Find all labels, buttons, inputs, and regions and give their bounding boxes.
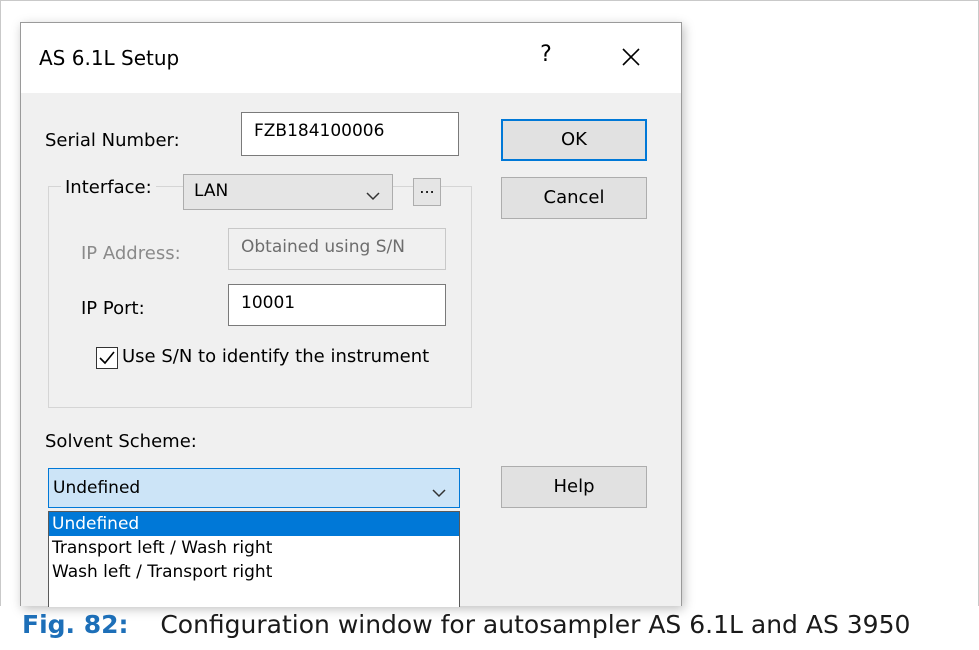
solvent-scheme-list: Undefined Transport left / Wash right Wa…	[48, 511, 460, 607]
ip-address-label: IP Address:	[81, 243, 181, 264]
chevron-down-icon	[432, 483, 446, 502]
solvent-scheme-dropdown[interactable]: Undefined	[48, 468, 460, 508]
ip-port-label: IP Port:	[81, 298, 145, 319]
solvent-scheme-value: Undefined	[53, 478, 141, 498]
figure-number: Fig. 82:	[22, 610, 129, 639]
solvent-scheme-label: Solvent Scheme:	[45, 431, 197, 452]
help-question-icon[interactable]: ?	[531, 40, 561, 70]
figure-caption: Fig. 82: Configuration window for autosa…	[22, 610, 910, 639]
use-sn-checkbox[interactable]	[96, 347, 118, 369]
interface-label: Interface:	[61, 177, 156, 198]
window-title: AS 6.1L Setup	[39, 46, 180, 70]
title-bar: AS 6.1L Setup ?	[21, 23, 681, 93]
chevron-down-icon	[366, 186, 380, 205]
serial-number-label: Serial Number:	[45, 130, 180, 151]
ip-address-input: Obtained using S/N	[228, 228, 446, 270]
checkmark-icon	[99, 351, 115, 365]
interface-value: LAN	[194, 181, 229, 201]
list-item-undefined[interactable]: Undefined	[49, 512, 459, 536]
use-sn-label[interactable]: Use S/N to identify the instrument	[122, 346, 429, 367]
caption-text: Configuration window for autosampler AS …	[160, 610, 911, 639]
ok-button[interactable]: OK	[501, 119, 647, 161]
cancel-button[interactable]: Cancel	[501, 177, 647, 219]
help-button[interactable]: Help	[501, 466, 647, 508]
ip-port-input[interactable]: 10001	[228, 284, 446, 326]
browse-button[interactable]: ...	[413, 178, 441, 206]
setup-dialog: AS 6.1L Setup ? Serial Number: FZB184100…	[20, 22, 682, 607]
close-icon[interactable]	[616, 42, 646, 72]
serial-number-input[interactable]: FZB184100006	[241, 112, 459, 156]
list-item-transport-left[interactable]: Transport left / Wash right	[49, 536, 459, 560]
list-item-wash-left[interactable]: Wash left / Transport right	[49, 560, 459, 584]
interface-dropdown[interactable]: LAN	[183, 174, 393, 210]
